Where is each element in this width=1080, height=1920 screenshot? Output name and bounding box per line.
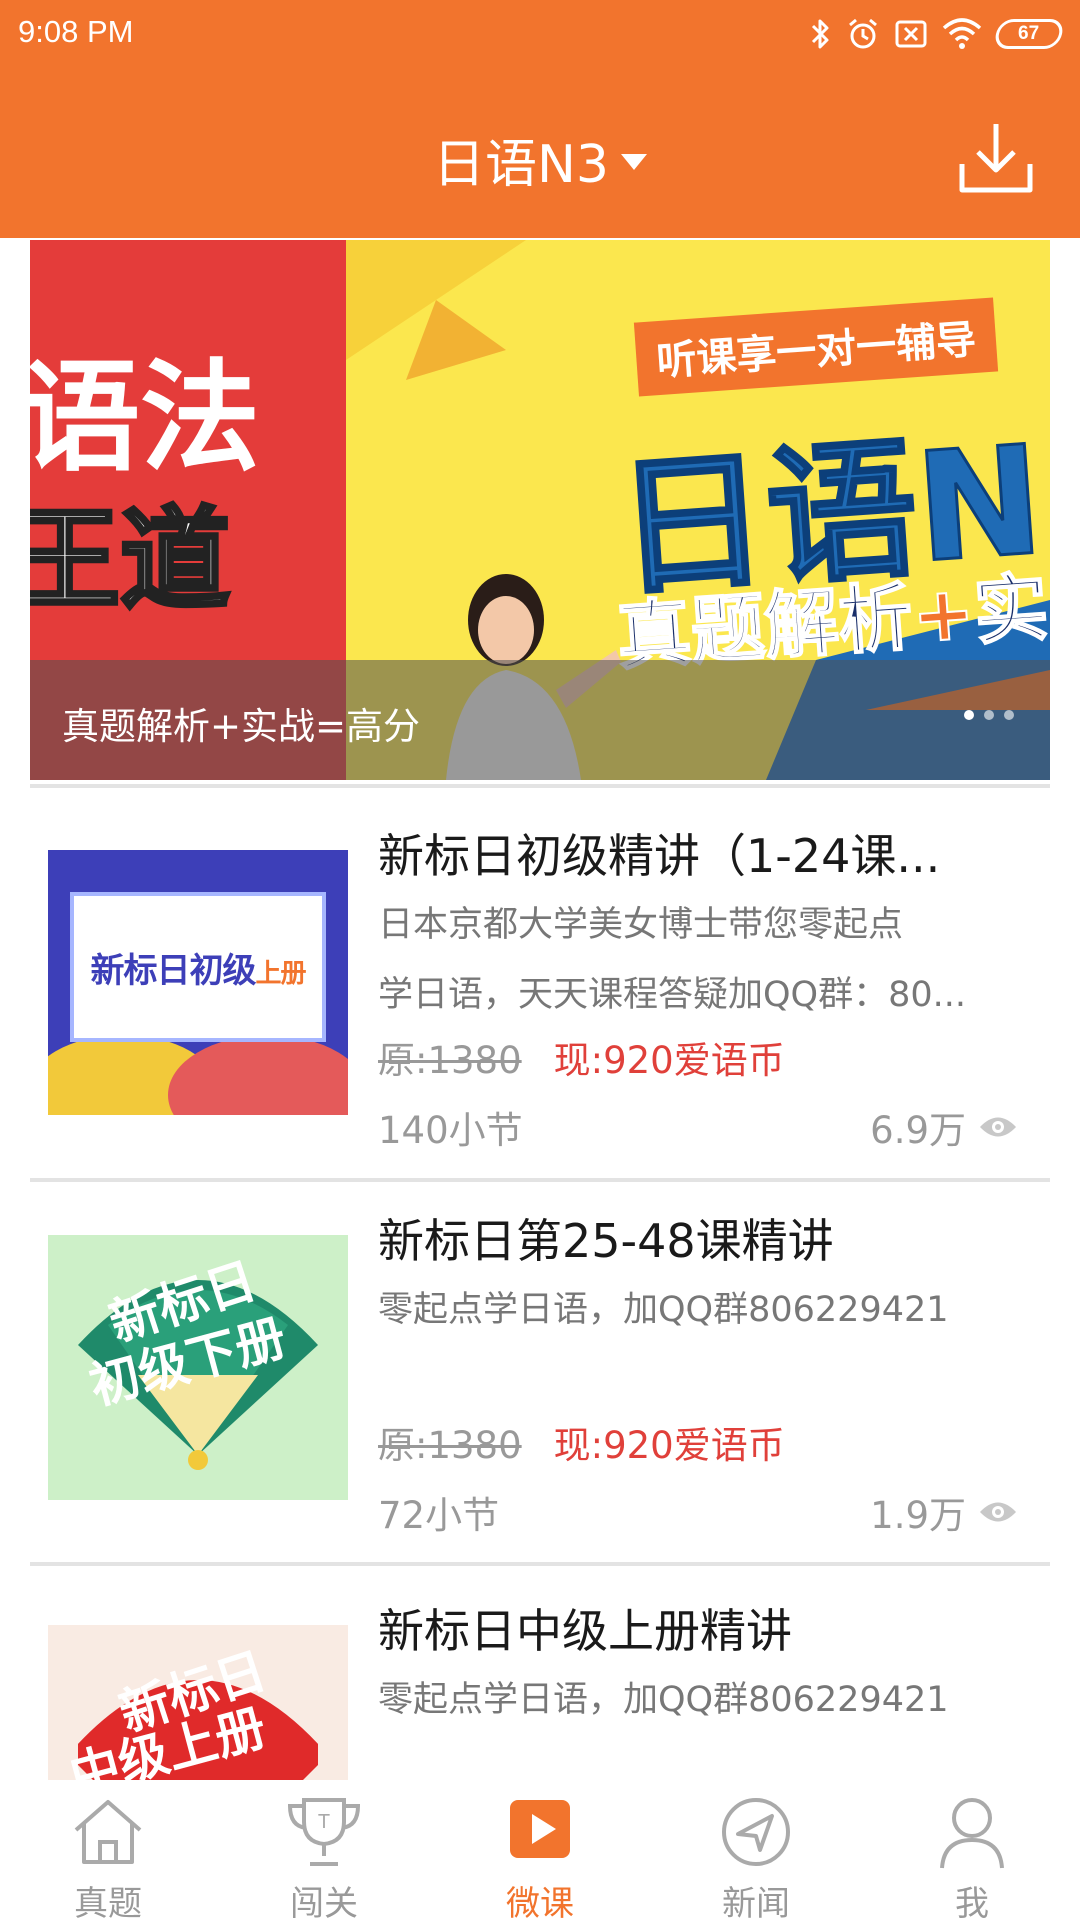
banner-dot <box>964 710 974 720</box>
eye-icon <box>980 1502 1016 1522</box>
tab-chuangguan[interactable]: T 闯关 <box>216 1780 432 1920</box>
banner-pagination <box>964 710 1014 720</box>
thumb-text-suffix: 上册 <box>255 958 306 989</box>
wifi-icon <box>942 18 982 49</box>
bluetooth-icon <box>811 19 829 49</box>
price-row: 原:1380 现:920爱语币 <box>378 1030 785 1084</box>
alarm-icon <box>849 18 877 49</box>
battery-level: 67 <box>1018 23 1040 44</box>
course-desc-line: 零起点学日语，加QQ群806229421 <box>378 1680 949 1720</box>
status-time: 9:08 PM <box>18 14 134 49</box>
battery-icon: 67 <box>992 19 1066 49</box>
divider <box>30 784 1050 788</box>
tab-label: 微课 <box>506 1884 574 1920</box>
view-count-value: 1.9万 <box>870 1494 966 1537</box>
banner-subline-plus: + <box>908 569 978 661</box>
view-count-value: 6.9万 <box>870 1109 966 1152</box>
course-desc-line: 学日语，天天课程答疑加QQ群：80... <box>378 975 967 1015</box>
sim-icon <box>895 20 927 48</box>
course-desc-line: 日本京都大学美女博士带您零起点 <box>378 905 904 945</box>
view-count: 1.9万 <box>870 1485 1018 1539</box>
course-title: 新标日中级上册精讲 <box>378 1604 792 1658</box>
original-price: 原:1380 <box>378 1039 522 1082</box>
status-bar: 9:08 PM 67 <box>0 0 1080 70</box>
trophy-icon: T <box>287 1798 361 1866</box>
course-card[interactable]: 新标日 初级下册 新标日第25-48课精讲 零起点学日语，加QQ群8062294… <box>30 1175 1050 1555</box>
thumb-text: 新标日初级 <box>90 950 256 991</box>
course-title: 新标日第25-48课精讲 <box>378 1214 834 1268</box>
svg-text:T: T <box>318 1811 330 1833</box>
banner-left-text-1: 语法 <box>30 349 260 488</box>
current-price: 现:920爱语币 <box>553 1039 785 1082</box>
status-icons: 67 <box>810 14 1066 54</box>
play-icon <box>510 1800 570 1858</box>
original-price: 原:1380 <box>378 1424 522 1467</box>
banner-dot <box>1004 710 1014 720</box>
current-price: 现:920爱语币 <box>553 1424 785 1467</box>
tab-label: 我 <box>955 1884 989 1920</box>
eye-icon <box>980 1117 1016 1137</box>
user-icon <box>940 1798 1004 1869</box>
course-title: 新标日初级精讲（1-24课... <box>378 829 941 883</box>
tab-xinwen[interactable]: 新闻 <box>648 1780 864 1920</box>
bottom-nav: 真题 T 闯关 微课 新闻 我 <box>0 1780 1080 1920</box>
tab-weike[interactable]: 微课 <box>432 1780 648 1920</box>
course-card[interactable]: 新标日 中级上册 新标日中级上册精讲 零起点学日语，加QQ群806229421 <box>30 1565 1050 1780</box>
price-row: 原:1380 现:920爱语币 <box>378 1415 785 1469</box>
banner-subline-2: 实战 <box>970 558 1050 656</box>
home-icon <box>74 1800 142 1864</box>
tab-label: 新闻 <box>722 1884 790 1920</box>
course-card[interactable]: 新标日初级上册 新标日初级精讲（1-24课... 日本京都大学美女博士带您零起点… <box>30 790 1050 1170</box>
page-title: 日语N3 <box>433 135 609 195</box>
tab-label: 闯关 <box>290 1884 358 1920</box>
promo-banner[interactable]: 语法 王道 听课享一对一辅导 日语N3 真题解析+实战 真题解析+实战=高分 <box>30 240 1050 780</box>
banner-dot <box>984 710 994 720</box>
banner-left-text-2: 王道 <box>30 494 232 626</box>
course-description: 零起点学日语，加QQ群806229421 <box>378 1275 1038 1345</box>
banner-caption-bar: 真题解析+实战=高分 <box>30 660 1050 780</box>
banner-caption: 真题解析+实战=高分 <box>62 705 421 748</box>
app-header: 9:08 PM 67 日语N3 <box>0 0 1080 238</box>
tab-me[interactable]: 我 <box>864 1780 1080 1920</box>
tab-label: 真题 <box>74 1884 142 1920</box>
course-desc-line: 零起点学日语，加QQ群806229421 <box>378 1290 949 1330</box>
view-count: 6.9万 <box>870 1100 1018 1154</box>
caret-down-icon <box>620 153 647 170</box>
download-icon[interactable] <box>956 118 1036 198</box>
course-thumbnail: 新标日 初级下册 <box>48 1235 348 1500</box>
navigation-icon <box>722 1798 790 1866</box>
lesson-count: 140小节 <box>378 1109 523 1152</box>
course-thumbnail: 新标日 中级上册 <box>48 1625 348 1780</box>
level-selector[interactable]: 日语N3 <box>0 122 1080 197</box>
course-description: 日本京都大学美女博士带您零起点 学日语，天天课程答疑加QQ群：80... <box>378 890 1038 1030</box>
course-description: 零起点学日语，加QQ群806229421 <box>378 1665 1038 1735</box>
course-thumbnail: 新标日初级上册 <box>48 850 348 1115</box>
lesson-count: 72小节 <box>378 1494 500 1537</box>
tab-zhenti[interactable]: 真题 <box>0 1780 216 1920</box>
